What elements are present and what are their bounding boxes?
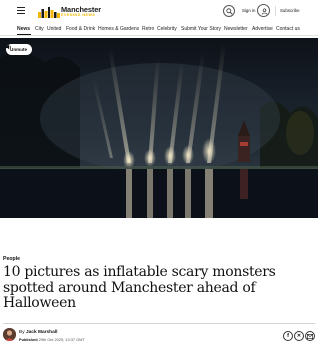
published-line: Published 29th Oct 2025, 13:37 GMT: [19, 337, 85, 342]
x-icon: ✕: [296, 333, 302, 339]
nav-item-celebrity[interactable]: Celebrity: [157, 26, 177, 32]
logo-subtitle: EVENING NEWS: [61, 13, 96, 17]
facebook-icon: f: [287, 333, 289, 339]
share-facebook-button[interactable]: f: [283, 331, 293, 341]
nav-item-news[interactable]: News: [17, 26, 30, 32]
author-avatar[interactable]: [3, 328, 16, 341]
nav-item-submit-story[interactable]: Submit Your Story: [181, 26, 221, 32]
unmute-label: Unmute: [10, 47, 28, 52]
nav-item-retro[interactable]: Retro: [142, 26, 154, 32]
article-category[interactable]: People: [3, 256, 20, 262]
published-date: 29th Oct 2025, 13:37 GMT: [38, 337, 85, 342]
video-frame: [0, 38, 318, 218]
published-label: Published: [19, 337, 38, 342]
nav-item-advertise[interactable]: Advertise: [252, 26, 273, 32]
unmute-button[interactable]: Unmute: [6, 44, 33, 55]
author-name[interactable]: Jack Marshall: [26, 330, 57, 335]
user-icon: [261, 8, 267, 15]
site-header: Manchester EVENING NEWS Sign in Subscrib…: [0, 0, 318, 22]
skyline-logo-icon: [38, 7, 60, 18]
video-player[interactable]: Unmute: [0, 38, 318, 218]
active-tab-underline: [17, 34, 31, 36]
article-divider: [3, 323, 315, 324]
site-logo[interactable]: Manchester EVENING NEWS: [38, 3, 101, 19]
header-divider: [275, 6, 276, 16]
email-icon: [307, 333, 313, 339]
nav-item-homes-gardens[interactable]: Homes & Gardens: [98, 26, 139, 32]
nav-item-contact[interactable]: Contact us: [276, 26, 300, 32]
author-prefix: By: [19, 330, 25, 335]
search-button[interactable]: [223, 5, 235, 17]
article-headline: 10 pictures as inflatable scary monsters…: [3, 264, 276, 311]
sign-in-link[interactable]: Sign in: [242, 8, 255, 13]
author-photo: [3, 328, 16, 341]
menu-icon[interactable]: [17, 7, 25, 15]
section-nav: News City United Food & Drink Homes & Ga…: [0, 22, 318, 36]
author-byline: By Jack Marshall: [19, 330, 57, 335]
nav-item-food-drink[interactable]: Food & Drink: [66, 26, 95, 32]
share-email-button[interactable]: [305, 331, 315, 341]
nav-item-newsletter[interactable]: Newsletter: [224, 26, 248, 32]
nav-item-united[interactable]: United: [47, 26, 61, 32]
search-icon: [226, 8, 233, 15]
speaker-icon: [6, 44, 11, 50]
share-x-button[interactable]: ✕: [294, 331, 304, 341]
nav-item-city[interactable]: City: [35, 26, 44, 32]
subscribe-link[interactable]: Subscribe: [280, 8, 300, 13]
account-button[interactable]: [257, 4, 270, 17]
